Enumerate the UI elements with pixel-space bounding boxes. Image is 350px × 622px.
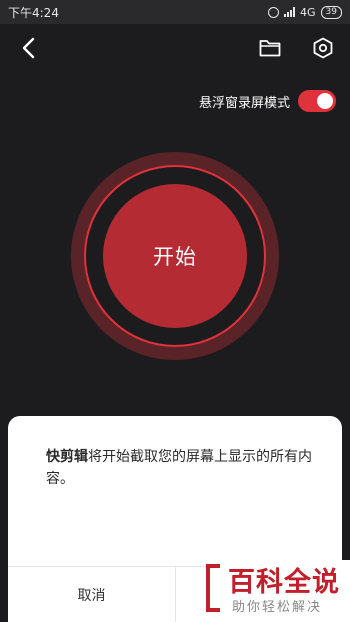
watermark-bracket-icon: [206, 564, 220, 612]
hexagon-gear-icon: [313, 37, 333, 59]
floating-mode-row: 悬浮窗录屏模式: [199, 90, 336, 112]
status-icons: 4G 39: [268, 5, 342, 19]
floating-mode-label: 悬浮窗录屏模式: [198, 95, 290, 111]
watermark-subtitle: 助你轻松解决: [232, 600, 323, 615]
dialog-app-name: 快剪辑: [46, 449, 88, 465]
top-bar: [0, 24, 350, 72]
watermark-logo: 百科全说 助你轻松解决: [206, 560, 350, 622]
toggle-knob: [317, 93, 333, 109]
floating-mode-toggle[interactable]: [298, 90, 336, 112]
folder-icon: [259, 40, 281, 57]
chevron-left-icon: [22, 37, 35, 59]
status-time: 下午4:24: [8, 5, 59, 20]
battery-icon: 39: [320, 5, 342, 19]
start-record-button[interactable]: 开始: [103, 184, 247, 328]
dialog-message: 快剪辑将开始截取您的屏幕上显示的所有内容。: [46, 446, 316, 490]
cancel-button[interactable]: 取消: [8, 567, 175, 622]
signal-icon: [284, 7, 296, 17]
status-bar: 下午4:24 4G 39: [0, 0, 350, 24]
alarm-icon: [268, 6, 280, 18]
watermark-title: 百科全说: [228, 567, 340, 598]
settings-button[interactable]: [309, 34, 337, 62]
back-button[interactable]: [14, 34, 42, 62]
folder-button[interactable]: [256, 34, 284, 62]
network-type: 4G: [300, 5, 316, 19]
